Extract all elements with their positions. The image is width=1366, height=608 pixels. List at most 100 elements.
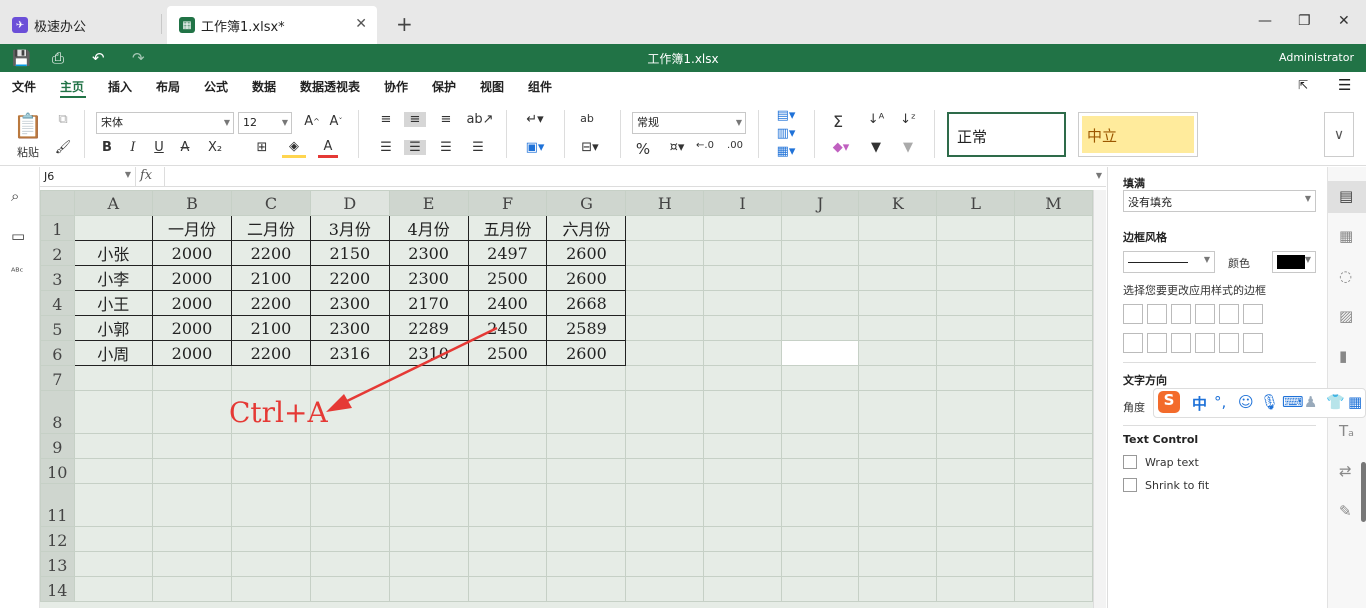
font-color-icon[interactable]: A bbox=[318, 138, 338, 158]
cell[interactable] bbox=[309, 433, 390, 459]
cell[interactable] bbox=[780, 365, 860, 391]
cell[interactable]: 2310 bbox=[388, 340, 469, 366]
panel-scroll-thumb[interactable] bbox=[1361, 462, 1366, 522]
close-window-icon[interactable]: ✕ bbox=[1338, 13, 1350, 29]
cell-style-normal[interactable]: 正常 bbox=[947, 112, 1066, 157]
cell[interactable] bbox=[230, 365, 311, 391]
cell[interactable]: 2000 bbox=[152, 315, 232, 341]
cell[interactable] bbox=[152, 551, 232, 577]
cell[interactable] bbox=[230, 458, 311, 484]
expand-styles-icon[interactable]: ∨ bbox=[1324, 112, 1354, 157]
text-art-icon[interactable]: Tₐ bbox=[1339, 422, 1354, 440]
cell[interactable] bbox=[1014, 265, 1093, 291]
cell[interactable] bbox=[388, 576, 469, 602]
ime-language[interactable]: 中 bbox=[1192, 393, 1207, 414]
cell[interactable] bbox=[546, 458, 627, 484]
align-middle-icon[interactable]: ≡ bbox=[404, 112, 426, 127]
border-outer-button[interactable] bbox=[1195, 304, 1215, 324]
cell[interactable] bbox=[625, 215, 705, 241]
menu-file[interactable]: 文件 bbox=[12, 78, 36, 95]
cell[interactable]: 2200 bbox=[230, 340, 311, 366]
cell[interactable] bbox=[625, 483, 705, 527]
cell[interactable]: 2000 bbox=[152, 240, 232, 266]
column-header[interactable]: E bbox=[388, 190, 469, 216]
border-diag-down-button[interactable] bbox=[1243, 304, 1263, 324]
fill-select[interactable]: 没有填充 ▼ bbox=[1123, 190, 1316, 212]
row-header[interactable]: 14 bbox=[40, 576, 75, 602]
cell[interactable] bbox=[388, 365, 469, 391]
comment-icon[interactable]: ▭ bbox=[11, 227, 25, 245]
cell[interactable] bbox=[858, 265, 938, 291]
percent-button[interactable]: % bbox=[634, 140, 652, 158]
decrease-decimal-icon[interactable]: ←.0 bbox=[696, 140, 714, 151]
cell[interactable] bbox=[625, 265, 705, 291]
border-center-v-button[interactable] bbox=[1147, 333, 1167, 353]
cell[interactable] bbox=[625, 240, 705, 266]
cell[interactable] bbox=[625, 340, 705, 366]
cell[interactable] bbox=[309, 365, 390, 391]
shrink-to-fit-label[interactable]: Shrink to fit bbox=[1145, 479, 1209, 492]
cell-style-neutral[interactable]: 中立 bbox=[1078, 112, 1198, 157]
cell[interactable] bbox=[230, 576, 311, 602]
column-header[interactable]: H bbox=[625, 190, 705, 216]
borders-icon[interactable]: ⊞ bbox=[250, 140, 274, 155]
menu-insert[interactable]: 插入 bbox=[108, 78, 132, 95]
cell[interactable] bbox=[546, 433, 627, 459]
cell[interactable] bbox=[388, 483, 469, 527]
skin-icon[interactable]: 👕 bbox=[1326, 393, 1345, 411]
cell[interactable] bbox=[1014, 526, 1093, 552]
cell[interactable] bbox=[936, 483, 1015, 527]
cell[interactable] bbox=[1014, 215, 1093, 241]
cell[interactable] bbox=[1014, 290, 1093, 316]
select-all-corner[interactable] bbox=[40, 190, 75, 216]
cell[interactable] bbox=[703, 458, 782, 484]
border-color-select[interactable]: ▼ bbox=[1272, 251, 1316, 273]
cell[interactable] bbox=[936, 576, 1015, 602]
increase-decimal-icon[interactable]: .00 bbox=[726, 140, 744, 151]
cell[interactable] bbox=[230, 551, 311, 577]
cell[interactable] bbox=[1014, 390, 1093, 434]
column-header[interactable]: I bbox=[703, 190, 782, 216]
cell[interactable] bbox=[625, 390, 705, 434]
filter-icon[interactable]: ▼ bbox=[866, 140, 886, 155]
cell[interactable] bbox=[546, 551, 627, 577]
cell[interactable] bbox=[467, 483, 548, 527]
column-header[interactable]: A bbox=[73, 190, 154, 216]
cell[interactable]: 2000 bbox=[152, 290, 232, 316]
cell[interactable] bbox=[625, 551, 705, 577]
spreadsheet-grid[interactable]: ABCDEFGHIJKLM 1 一月份 二月份 3月份 4月份 五月份 六月份 2 小张 2000… bbox=[40, 190, 1093, 608]
cell[interactable] bbox=[73, 390, 154, 434]
cell[interactable] bbox=[309, 576, 390, 602]
cell[interactable]: 2600 bbox=[546, 265, 627, 291]
border-bottom-button[interactable] bbox=[1243, 333, 1263, 353]
cell[interactable] bbox=[1014, 365, 1093, 391]
cell[interactable] bbox=[388, 433, 469, 459]
cell[interactable] bbox=[703, 215, 782, 241]
cell[interactable]: 小周 bbox=[73, 340, 154, 366]
cell[interactable] bbox=[703, 483, 782, 527]
cell[interactable]: 2300 bbox=[388, 265, 469, 291]
cell[interactable] bbox=[152, 365, 232, 391]
row-header[interactable]: 13 bbox=[40, 551, 75, 577]
sort-descending-icon[interactable]: ↓ᶻ bbox=[898, 112, 918, 127]
cell[interactable] bbox=[309, 526, 390, 552]
tab-workbook[interactable]: ▦ 工作簿1.xlsx* ✕ bbox=[167, 6, 377, 44]
cell[interactable] bbox=[625, 458, 705, 484]
autosum-button[interactable]: Σ bbox=[828, 112, 848, 131]
column-header[interactable]: F bbox=[467, 190, 548, 216]
column-header[interactable]: L bbox=[936, 190, 1015, 216]
menu-components[interactable]: 组件 bbox=[528, 78, 552, 95]
cell[interactable] bbox=[546, 526, 627, 552]
cell[interactable]: 小郭 bbox=[73, 315, 154, 341]
grid-menu-icon[interactable]: ▦ bbox=[1348, 393, 1362, 411]
paste-button[interactable]: 📋 bbox=[12, 110, 44, 142]
cell[interactable] bbox=[780, 576, 860, 602]
cell[interactable] bbox=[152, 483, 232, 527]
search-icon[interactable]: ⌕ bbox=[11, 187, 19, 205]
cell[interactable] bbox=[625, 365, 705, 391]
menu-protect[interactable]: 保护 bbox=[432, 78, 456, 95]
cell[interactable] bbox=[625, 290, 705, 316]
row-header[interactable]: 1 bbox=[40, 215, 75, 241]
cell[interactable] bbox=[467, 365, 548, 391]
cell[interactable] bbox=[73, 576, 154, 602]
